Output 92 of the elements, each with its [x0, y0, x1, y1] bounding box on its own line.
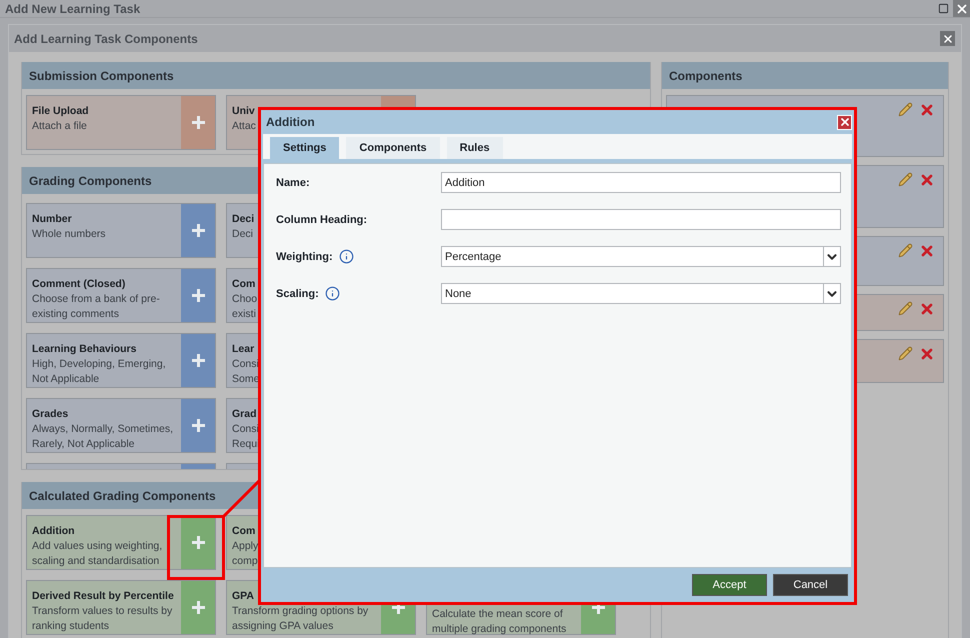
- accept-button[interactable]: Accept: [692, 574, 767, 596]
- close-button[interactable]: [837, 114, 852, 130]
- card-description: Add values using weighting,: [32, 539, 162, 554]
- dialog-title: Addition: [266, 115, 315, 129]
- card-description: Not Applicable: [32, 372, 100, 387]
- window-title: Add New Learning Task: [5, 2, 140, 16]
- tab[interactable]: Settings: [270, 137, 340, 159]
- card-description: Some: [232, 372, 260, 387]
- pencil-icon[interactable]: [898, 172, 913, 187]
- add-button[interactable]: [181, 269, 215, 322]
- card-description: existing comments: [32, 307, 119, 322]
- pencil-icon[interactable]: [898, 346, 913, 361]
- plus-icon: [192, 289, 204, 302]
- field-label: Scaling:: [276, 288, 319, 300]
- card-title: Deci: [232, 212, 254, 227]
- card-description: Rarely, Not Applicable: [32, 437, 135, 452]
- delete-icon[interactable]: [919, 301, 935, 317]
- card-description: Transform grading options by: [232, 604, 368, 619]
- plus-icon: [192, 224, 204, 237]
- field-label: Weighting:: [276, 250, 333, 262]
- dropdown[interactable]: Percentage: [441, 246, 841, 267]
- add-button[interactable]: [181, 516, 215, 569]
- card-title: Grad: [232, 407, 257, 422]
- pencil-icon[interactable]: [898, 301, 913, 316]
- tab[interactable]: Rules: [446, 137, 503, 159]
- card-description: Always, Normally, Sometimes,: [32, 422, 174, 437]
- card-description: comp: [232, 554, 258, 569]
- card-description: Attach a file: [32, 119, 87, 134]
- card-description: existi: [232, 307, 256, 322]
- section-header: Components: [662, 62, 948, 89]
- plus-icon: [192, 116, 204, 129]
- section-header: Submission Components: [22, 62, 650, 89]
- card-description: ranking students: [32, 619, 110, 634]
- tab[interactable]: Components: [346, 137, 440, 159]
- plus-icon: [192, 419, 204, 432]
- delete-icon[interactable]: [919, 172, 935, 188]
- card-description: Consi: [232, 357, 259, 372]
- info-icon[interactable]: [324, 286, 340, 301]
- pencil-icon[interactable]: [898, 102, 913, 117]
- plus-icon: [192, 601, 204, 614]
- card-description: Calculate the mean score of: [432, 607, 563, 622]
- card-title: GPA: [232, 589, 254, 604]
- card-description: assigning GPA values: [232, 619, 334, 634]
- close-icon: [954, 2, 968, 16]
- card-description: Whole numbers: [32, 227, 106, 242]
- card-title: Derived Result by Percentile: [32, 589, 174, 604]
- field-label: Name:: [276, 176, 310, 188]
- pencil-icon[interactable]: [898, 243, 913, 258]
- delete-icon[interactable]: [919, 243, 935, 259]
- delete-icon[interactable]: [919, 102, 935, 118]
- card-title: File Upload: [32, 104, 89, 119]
- text-field[interactable]: [441, 209, 841, 230]
- card-title: Number: [32, 212, 72, 227]
- cancel-button[interactable]: Cancel: [773, 574, 848, 596]
- card-title: Univ: [232, 104, 255, 119]
- card-description: multiple grading components: [432, 622, 566, 637]
- close-button[interactable]: [953, 0, 970, 17]
- card-title: Comment (Closed): [32, 277, 126, 292]
- card-title: Grades: [32, 407, 68, 422]
- plus-icon: [192, 536, 204, 549]
- maximize-icon[interactable]: [938, 3, 949, 14]
- close-button[interactable]: [940, 31, 955, 46]
- card-description: Attac: [232, 119, 256, 134]
- plus-icon: [192, 354, 204, 367]
- text-field[interactable]: Addition: [441, 172, 841, 193]
- card-title: Learning Behaviours: [32, 342, 136, 357]
- card-title: Com: [232, 524, 256, 539]
- card-description: Apply: [232, 539, 258, 554]
- add-button[interactable]: [181, 204, 215, 257]
- card-description: Transform values to results by: [32, 604, 172, 619]
- field-label: Column Heading:: [276, 214, 368, 226]
- card-description: scaling and standardisation: [32, 554, 160, 569]
- card-description: Consi: [232, 422, 259, 437]
- close-icon: [838, 116, 850, 128]
- delete-icon[interactable]: [919, 346, 935, 362]
- info-icon[interactable]: [338, 249, 354, 264]
- card-description: High, Developing, Emerging,: [32, 357, 166, 372]
- card-description: Choo: [232, 292, 258, 307]
- add-button[interactable]: [181, 96, 215, 149]
- highlight-frame: [167, 515, 225, 580]
- add-button[interactable]: [181, 581, 215, 634]
- card-description: Choose from a bank of pre-: [32, 292, 160, 307]
- card-description: Deci: [232, 227, 254, 242]
- card-title: Com: [232, 277, 256, 292]
- card-title: Addition: [32, 524, 75, 539]
- close-icon: [942, 32, 954, 44]
- card-description: Requi: [232, 437, 260, 452]
- add-button[interactable]: [181, 334, 215, 387]
- dialog-title: Add Learning Task Components: [14, 32, 198, 46]
- dropdown[interactable]: None: [441, 283, 841, 304]
- add-button[interactable]: [181, 399, 215, 452]
- card-title: Lear: [232, 342, 254, 357]
